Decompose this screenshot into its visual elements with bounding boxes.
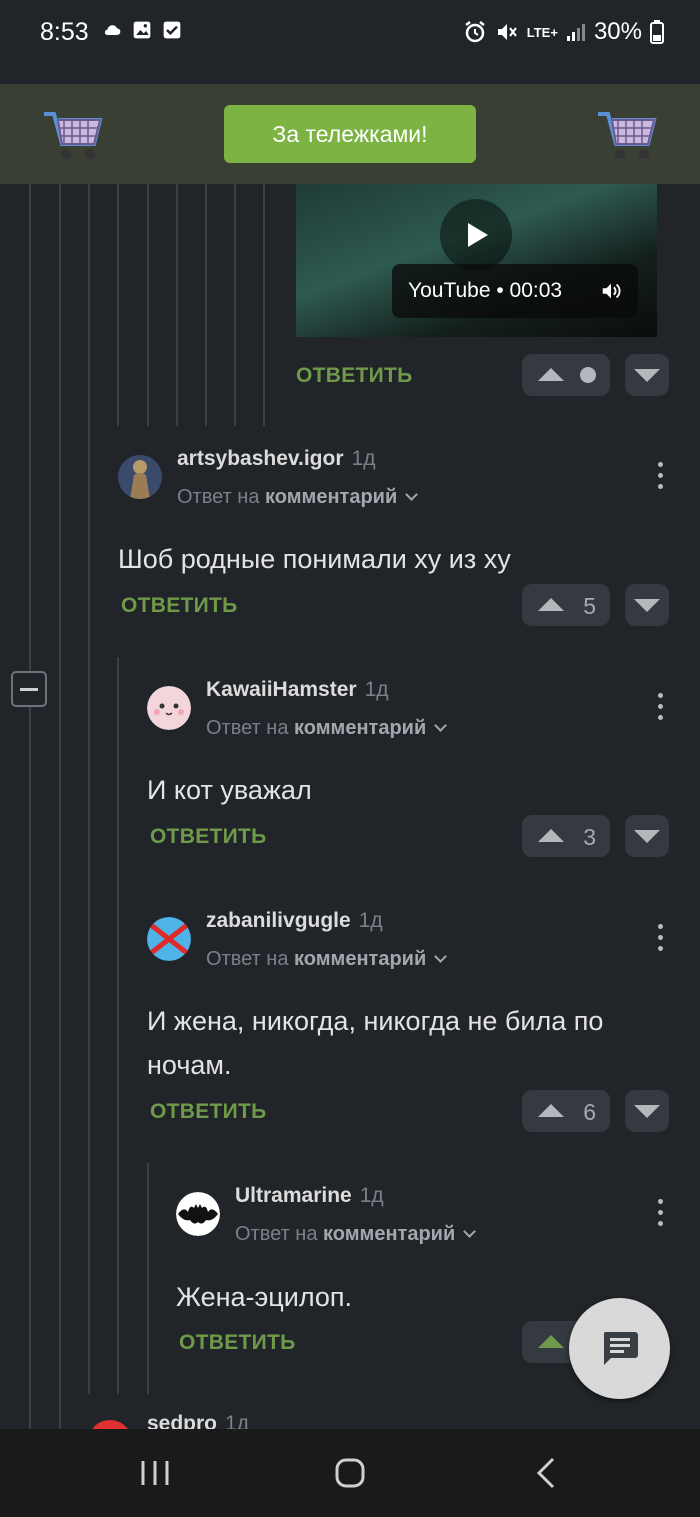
arrow-down-icon bbox=[634, 1105, 660, 1118]
battery-icon bbox=[650, 20, 664, 44]
image-icon bbox=[133, 21, 151, 39]
reply-to-info[interactable]: Ответ на комментарий bbox=[206, 717, 448, 740]
comment-text: И жена, никогда, никогда не била по ноча… bbox=[147, 1006, 604, 1080]
play-button[interactable] bbox=[440, 199, 512, 271]
chevron-down-icon bbox=[434, 950, 448, 963]
chevron-down-icon bbox=[463, 1225, 477, 1238]
video-source-duration: YouTube • 00:03 bbox=[408, 279, 563, 302]
comment-text: Шоб родные понимали ху из ху bbox=[118, 544, 511, 574]
thread-line bbox=[176, 184, 178, 426]
promo-banner: За тележками! bbox=[0, 84, 700, 184]
comment-time: 1д bbox=[358, 909, 383, 932]
comment-time: 1д bbox=[225, 1412, 249, 1429]
rating-hidden-dot bbox=[580, 367, 596, 383]
back-icon[interactable] bbox=[527, 1453, 567, 1493]
more-options-icon[interactable] bbox=[658, 462, 664, 490]
avatar[interactable] bbox=[88, 1420, 132, 1429]
thread-line bbox=[147, 1163, 149, 1394]
status-bar: 8:53 LTE+ 30% bbox=[0, 0, 700, 66]
play-icon bbox=[468, 223, 488, 247]
write-comment-fab[interactable] bbox=[569, 1298, 670, 1399]
network-type: LTE+ bbox=[526, 24, 558, 40]
cloud-icon bbox=[104, 25, 121, 35]
thread-line bbox=[59, 184, 61, 1429]
avatar[interactable] bbox=[147, 686, 191, 730]
thread-line bbox=[263, 184, 265, 426]
arrow-up-icon bbox=[538, 829, 564, 842]
rating-count: 3 bbox=[583, 824, 596, 850]
battery-percent: 30% bbox=[593, 18, 642, 45]
arrow-down-icon bbox=[634, 599, 660, 612]
thread-line bbox=[117, 184, 119, 426]
signal-icon bbox=[566, 24, 585, 41]
downvote-button[interactable] bbox=[625, 584, 669, 626]
system-nav-bar bbox=[0, 1429, 700, 1517]
chevron-down-icon bbox=[405, 488, 419, 501]
thread-line bbox=[234, 184, 236, 426]
upvote-button[interactable]: 5 bbox=[522, 584, 610, 626]
alarm-icon bbox=[465, 21, 485, 43]
comment-username[interactable]: sedpro 1д bbox=[147, 1412, 249, 1429]
arrow-up-icon bbox=[538, 1104, 564, 1117]
upvote-button[interactable]: 3 bbox=[522, 815, 610, 857]
arrow-up-icon bbox=[538, 368, 564, 381]
system-status-icons: LTE+ 30% bbox=[463, 18, 664, 46]
avatar[interactable] bbox=[176, 1192, 220, 1236]
arrow-up-icon bbox=[538, 1335, 564, 1348]
thread-line bbox=[117, 657, 119, 1394]
mute-icon bbox=[497, 24, 517, 40]
rating-count: 5 bbox=[583, 593, 596, 619]
thread-line bbox=[88, 184, 90, 1394]
thread-line bbox=[205, 184, 207, 426]
home-icon[interactable] bbox=[330, 1453, 370, 1493]
arrow-up-icon bbox=[538, 598, 564, 611]
comment-username[interactable]: Ultramarine 1д bbox=[235, 1184, 384, 1208]
reply-button[interactable]: ОТВЕТИТЬ bbox=[121, 594, 238, 618]
reply-button[interactable]: ОТВЕТИТЬ bbox=[296, 364, 413, 388]
avatar[interactable] bbox=[118, 455, 162, 499]
more-options-icon[interactable] bbox=[658, 924, 664, 952]
thread-line bbox=[29, 707, 31, 1429]
more-options-icon[interactable] bbox=[658, 693, 664, 721]
reply-button[interactable]: ОТВЕТИТЬ bbox=[150, 825, 267, 849]
thread-line bbox=[147, 184, 149, 426]
notification-icons bbox=[102, 20, 182, 40]
video-info-label: YouTube • 00:03 bbox=[392, 264, 638, 318]
comment-time: 1д bbox=[359, 1184, 384, 1207]
comment-time: 1д bbox=[351, 447, 376, 470]
shopping-cart-icon bbox=[44, 112, 103, 159]
youtube-video-embed[interactable]: YouTube • 00:03 bbox=[296, 184, 657, 337]
upvote-button[interactable]: 6 bbox=[522, 1090, 610, 1132]
recents-icon[interactable] bbox=[135, 1453, 175, 1493]
thread-line bbox=[29, 184, 31, 671]
chevron-down-icon bbox=[434, 719, 448, 732]
downvote-button[interactable] bbox=[625, 1090, 669, 1132]
reply-to-info[interactable]: Ответ на комментарий bbox=[206, 948, 448, 971]
thread-line bbox=[88, 426, 90, 428]
shopping-cart-icon bbox=[598, 112, 657, 159]
arrow-down-icon bbox=[634, 830, 660, 843]
comment-icon bbox=[603, 1332, 638, 1365]
comment-time: 1д bbox=[364, 678, 389, 701]
reply-button[interactable]: ОТВЕТИТЬ bbox=[179, 1331, 296, 1355]
reply-to-info[interactable]: Ответ на комментарий bbox=[177, 486, 419, 509]
comment-username[interactable]: artsybashev.igor 1д bbox=[177, 447, 375, 471]
collapse-thread-button[interactable] bbox=[11, 671, 47, 707]
more-options-icon[interactable] bbox=[658, 1199, 664, 1227]
volume-icon[interactable] bbox=[600, 280, 622, 302]
avatar[interactable] bbox=[147, 917, 191, 961]
comment-username[interactable]: KawaiiHamster 1д bbox=[206, 678, 389, 702]
arrow-down-icon bbox=[634, 369, 660, 382]
checkbox-icon bbox=[163, 21, 181, 39]
upvote-button[interactable] bbox=[522, 354, 610, 396]
rating-count: 6 bbox=[583, 1099, 596, 1125]
promo-carts-button[interactable]: За тележками! bbox=[224, 105, 476, 163]
status-time: 8:53 bbox=[40, 18, 89, 46]
comment-text: И кот уважал bbox=[147, 775, 312, 805]
reply-to-info[interactable]: Ответ на комментарий bbox=[235, 1223, 477, 1246]
downvote-button[interactable] bbox=[625, 815, 669, 857]
comment-username[interactable]: zabanilivgugle 1д bbox=[206, 909, 383, 933]
reply-button[interactable]: ОТВЕТИТЬ bbox=[150, 1100, 267, 1124]
downvote-button[interactable] bbox=[625, 354, 669, 396]
